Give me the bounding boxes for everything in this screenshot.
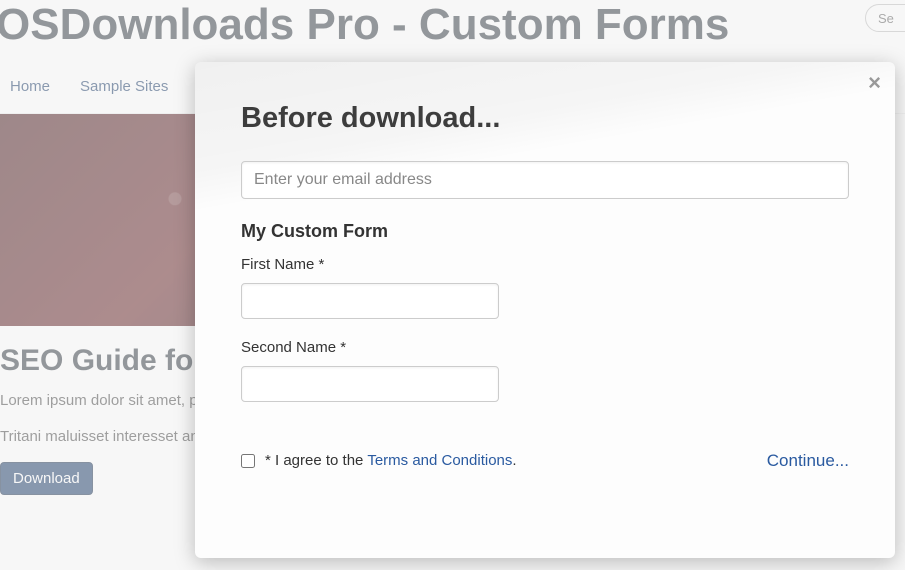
- first-name-field[interactable]: [241, 283, 499, 319]
- second-name-label: Second Name *: [241, 339, 849, 356]
- second-name-field[interactable]: [241, 366, 499, 402]
- first-name-label: First Name *: [241, 256, 849, 273]
- download-modal: × Before download... My Custom Form Firs…: [195, 62, 895, 558]
- agree-prefix: * I agree to the: [265, 452, 367, 469]
- form-subtitle: My Custom Form: [241, 221, 849, 242]
- agree-checkbox[interactable]: [241, 454, 255, 468]
- continue-button[interactable]: Continue...: [767, 451, 849, 471]
- agree-text: * I agree to the Terms and Conditions.: [265, 452, 517, 469]
- email-field[interactable]: [241, 161, 849, 199]
- modal-title: Before download...: [241, 102, 849, 135]
- terms-link[interactable]: Terms and Conditions: [367, 452, 512, 469]
- modal-body: Before download... My Custom Form First …: [195, 62, 895, 489]
- agree-row: * I agree to the Terms and Conditions.: [241, 452, 849, 469]
- agree-suffix: .: [512, 452, 516, 469]
- page-root: OSDownloads Pro - Custom Forms Se Home S…: [0, 0, 905, 570]
